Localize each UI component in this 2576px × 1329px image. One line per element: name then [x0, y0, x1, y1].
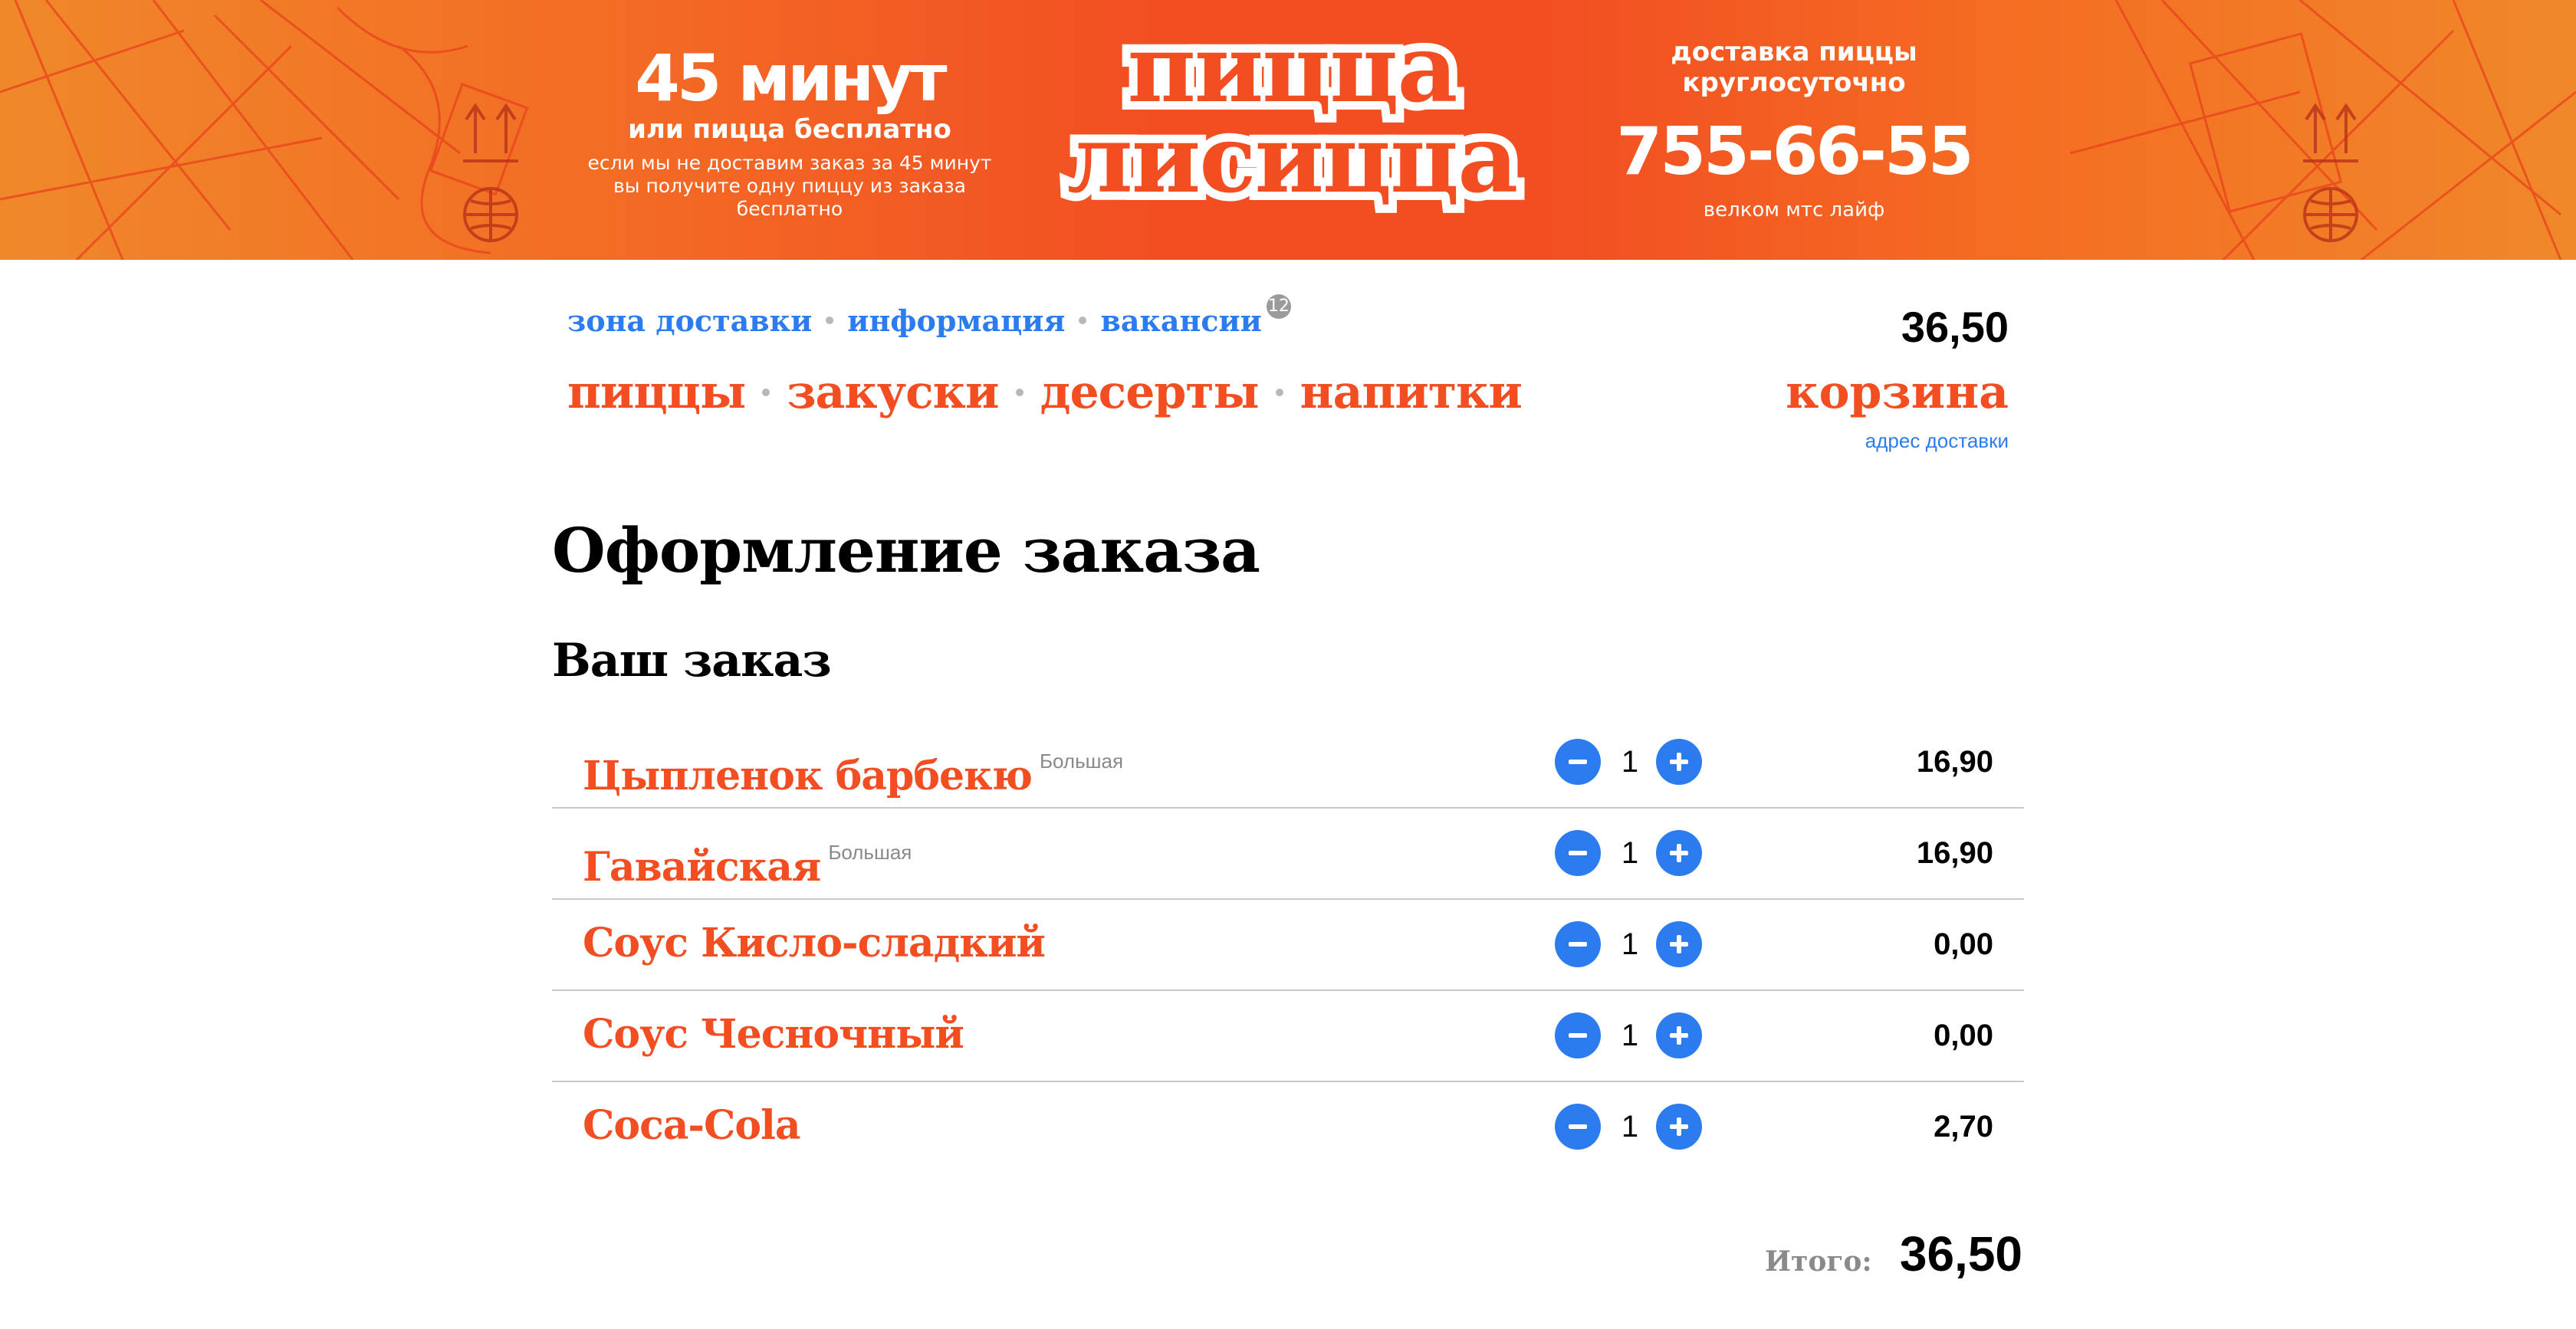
item-quantity: 1	[1621, 1110, 1639, 1144]
decrement-button[interactable]	[1555, 921, 1601, 967]
minus-icon	[1569, 1124, 1587, 1129]
nav-link-information[interactable]: информация	[847, 304, 1065, 338]
item-name[interactable]: Гавайская Большая	[583, 825, 912, 894]
logo-line-2: лисицца	[1059, 103, 1527, 214]
promo-subheading: или пицца бесплатно	[628, 114, 951, 145]
increment-button[interactable]	[1656, 1104, 1702, 1150]
nav-link-delivery-zone[interactable]: зона доставки	[567, 304, 812, 338]
order-item: Гавайская Большая 1 16,90	[552, 809, 2024, 900]
minus-icon	[1569, 760, 1587, 764]
primary-nav: пиццы закуски десерты напитки	[567, 362, 1523, 423]
item-price: 16,90	[1916, 836, 1993, 870]
nav-separator	[1079, 317, 1087, 324]
total-label: Итого:	[1765, 1245, 1872, 1278]
nav-link-snacks[interactable]: закуски	[787, 366, 999, 419]
item-price: 0,00	[1934, 1019, 1993, 1052]
minus-icon	[1569, 1033, 1587, 1038]
item-name[interactable]: Цыпленок барбекю Большая	[583, 734, 1123, 803]
decrement-button[interactable]	[1555, 1104, 1601, 1150]
nav-link-desserts[interactable]: десерты	[1040, 366, 1260, 419]
item-size: Большая	[1039, 750, 1124, 773]
item-price: 16,90	[1916, 745, 1993, 779]
decrement-button[interactable]	[1555, 739, 1601, 785]
order-item: Coca-Cola 1 2,70	[552, 1082, 2024, 1172]
phone-number[interactable]: 755-66-55	[1602, 113, 1986, 190]
increment-button[interactable]	[1656, 1012, 1702, 1058]
minus-icon	[1569, 942, 1587, 947]
item-price: 0,00	[1934, 927, 1993, 961]
nav-separator	[826, 317, 834, 324]
item-name[interactable]: Coca-Cola	[583, 1099, 801, 1153]
item-price: 2,70	[1934, 1110, 1993, 1144]
item-size: Большая	[828, 841, 912, 864]
nav-separator	[1275, 389, 1283, 396]
item-name-text: Coca-Cola	[583, 1102, 801, 1149]
promo-block: 45 минут или пицца бесплатно если мы не …	[583, 40, 997, 221]
item-name-text: Гавайская	[583, 844, 821, 891]
section-title-your-order: Ваш заказ	[552, 634, 832, 687]
nav-link-drinks[interactable]: напитки	[1300, 366, 1523, 419]
decrement-button[interactable]	[1555, 830, 1601, 876]
contact-block: доставка пиццы круглосуточно 755-66-55 в…	[1602, 37, 1986, 222]
item-name-text: Соус Кисло-сладкий	[583, 920, 1046, 966]
secondary-nav: зона доставки информация вакансии 12	[567, 294, 1291, 343]
promo-heading: 45 минут	[635, 41, 947, 116]
phone-operators: велком мтс лайф	[1703, 199, 1885, 222]
order-items-list: Цыпленок барбекю Большая 1 16,90 Гавайска…	[552, 717, 2024, 1172]
delivery-label: доставка пиццы круглосуточно	[1671, 37, 1917, 98]
promo-description: если мы не доставим заказ за 45 минут вы…	[587, 152, 992, 220]
vacancies-count-badge: 12	[1266, 294, 1291, 319]
page-title: Оформление заказа	[552, 514, 1260, 586]
header-banner: 45 минут или пицца бесплатно если мы не …	[0, 0, 2576, 260]
nav-link-vacancies[interactable]: вакансии	[1100, 304, 1261, 338]
site-logo[interactable]: пицца лисицца	[1050, 13, 1533, 214]
nav-link-pizzas[interactable]: пиццы	[567, 366, 746, 419]
order-item: Соус Чесночный 1 0,00	[552, 991, 2024, 1082]
cart-link[interactable]: корзина	[1786, 362, 2009, 423]
nav-separator	[1015, 389, 1024, 396]
logo-line-1: пицца	[1119, 13, 1466, 123]
increment-button[interactable]	[1656, 830, 1702, 876]
order-total: 36,50	[1899, 1226, 2022, 1281]
cart-total: 36,50	[1901, 303, 2009, 351]
increment-button[interactable]	[1656, 739, 1702, 785]
increment-button[interactable]	[1656, 921, 1702, 967]
item-quantity: 1	[1621, 745, 1639, 779]
item-quantity: 1	[1621, 836, 1639, 870]
decrement-button[interactable]	[1555, 1012, 1601, 1058]
item-name[interactable]: Соус Чесночный	[583, 1008, 964, 1062]
item-quantity: 1	[1621, 927, 1639, 961]
item-name[interactable]: Соус Кисло-сладкий	[583, 917, 1046, 970]
order-item: Соус Кисло-сладкий 1 0,00	[552, 900, 2024, 991]
nav-separator	[762, 389, 770, 396]
order-item: Цыпленок барбекю Большая 1 16,90	[552, 717, 2024, 809]
minus-icon	[1569, 851, 1587, 855]
item-name-text: Соус Чесночный	[583, 1011, 964, 1058]
item-quantity: 1	[1621, 1019, 1639, 1052]
item-name-text: Цыпленок барбекю	[583, 753, 1033, 799]
delivery-address-link[interactable]: адрес доставки	[1865, 429, 2009, 453]
